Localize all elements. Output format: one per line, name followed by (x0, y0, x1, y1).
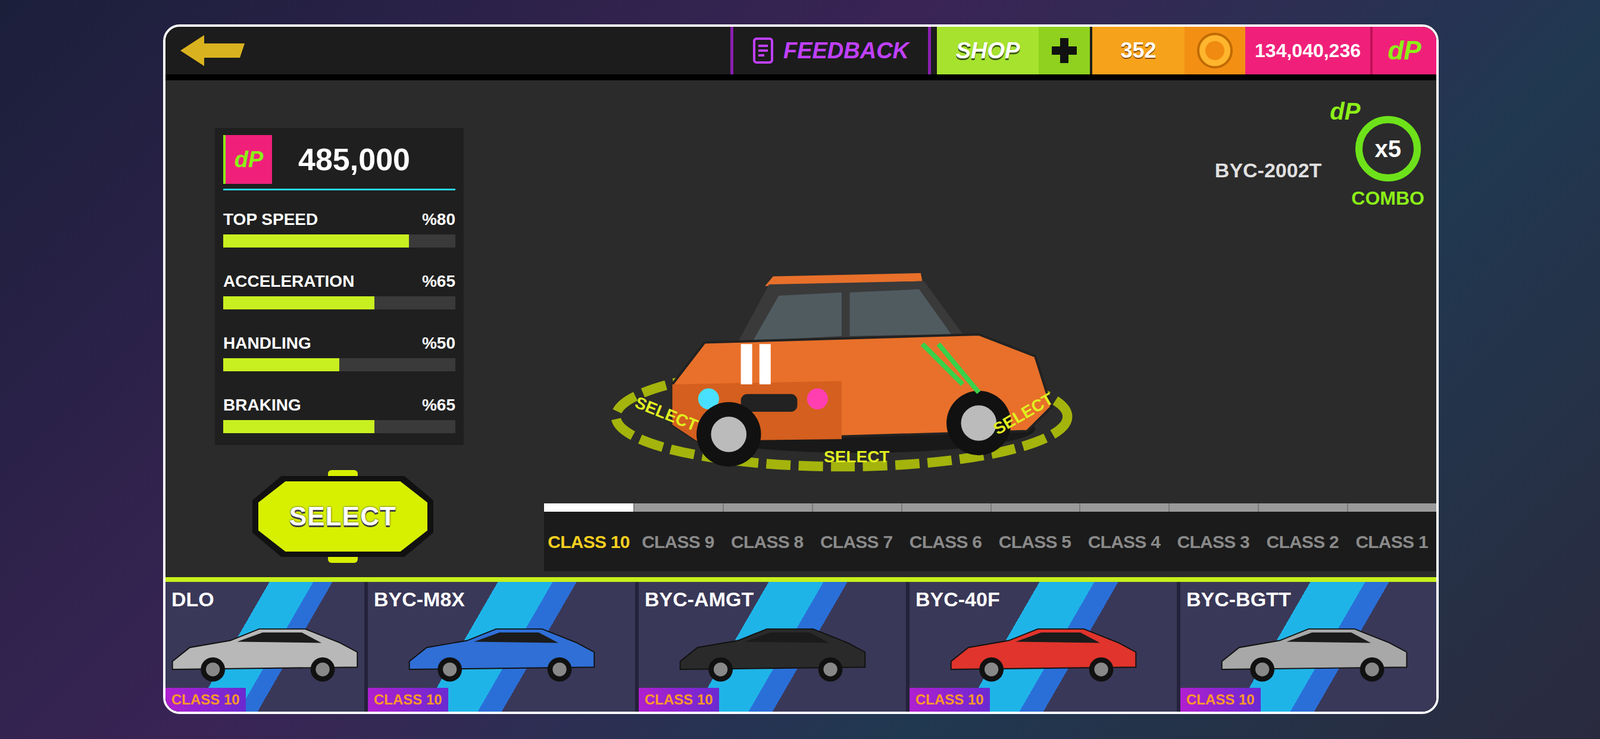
back-arrow-icon[interactable] (180, 33, 246, 68)
class-tab[interactable]: CLASS 4 (1079, 503, 1169, 572)
stat-row: HANDLING %50 (223, 330, 456, 372)
stat-label: HANDLING (223, 330, 312, 356)
stat-reading: %65 (422, 392, 456, 418)
coin-badge (1184, 26, 1246, 75)
class-tab-indicator (1257, 503, 1348, 512)
class-tab-indicator (1168, 503, 1258, 512)
feedback-button[interactable]: FEEDBACK (730, 26, 931, 75)
car-card[interactable]: BYC-40F CLASS 10 (909, 582, 1177, 712)
document-icon (752, 36, 777, 65)
stat-bar (223, 420, 456, 434)
price-underline (223, 188, 456, 191)
class-tab[interactable]: CLASS 2 (1257, 503, 1348, 572)
stat-reading: %50 (422, 330, 456, 356)
car-card[interactable]: BYC-M8X CLASS 10 (367, 582, 636, 712)
car-card-class: CLASS 10 (638, 688, 720, 712)
stat-bar-fill (223, 358, 340, 372)
car-card-name: BYC-BGTT (1180, 582, 1439, 615)
screen: FEEDBACKSHOP352134,040,236dPdP485,000TOP… (0, 0, 1600, 739)
coin-icon (1196, 32, 1234, 70)
combo-ring: x5 (1355, 116, 1421, 182)
back-button[interactable] (165, 26, 261, 75)
stat-label: BRAKING (223, 392, 302, 418)
car-model-icon[interactable] (597, 223, 1086, 474)
class-tab-indicator (901, 503, 991, 512)
class-tab[interactable]: CLASS 5 (990, 503, 1080, 572)
stat-row: TOP SPEED %80 (223, 207, 456, 248)
car-card-class: CLASS 10 (367, 688, 449, 712)
add-currency-button[interactable] (1038, 26, 1090, 75)
class-tab[interactable]: CLASS 3 (1168, 503, 1258, 572)
ring-label: SELECT (823, 444, 890, 470)
car-cards-strip: DLO CLASS 10 BYC-M8X CLASS 10 BYC-AMGT CLASS … (165, 577, 1437, 712)
stats-list: TOP SPEED %80 ACCELERATION %65 HANDLING %50 BR… (219, 207, 459, 434)
car-card-name: BYC-AMGT (638, 582, 906, 615)
car-card-name: BYC-M8X (367, 582, 636, 615)
stat-reading: %65 (422, 269, 456, 295)
stat-bar (223, 234, 456, 248)
car-card-class: CLASS 10 (165, 688, 246, 712)
price-row: dP 485,000 (219, 132, 459, 187)
car-card-name: BYC-40F (909, 582, 1177, 615)
garage-panel: FEEDBACKSHOP352134,040,236dPdP485,000TOP… (163, 24, 1439, 715)
select-button-top-tab (327, 470, 358, 477)
class-tab[interactable]: CLASS 1 (1347, 503, 1437, 572)
car-header: BYC-2002TdPx5COMBO (544, 80, 1437, 206)
car-card[interactable]: BYC-AMGT CLASS 10 (638, 582, 906, 712)
select-button-bottom-tab (327, 557, 358, 564)
stat-bar-fill (223, 420, 375, 434)
class-tab-indicator (990, 503, 1080, 512)
car-name: BYC-2002T (1214, 155, 1323, 186)
class-tab-indicator (811, 503, 902, 512)
car-card-class: CLASS 10 (909, 688, 990, 712)
combo-label: COMBO (1351, 183, 1425, 213)
class-tab-indicator (544, 503, 634, 512)
stat-bar-fill (223, 234, 409, 248)
class-tab[interactable]: CLASS 10 (544, 503, 634, 572)
gems-counter: 352 (1092, 26, 1185, 75)
select-button[interactable]: SELECT (252, 476, 434, 558)
class-tabs: CLASS 10CLASS 9CLASS 8CLASS 7CLASS 6CLAS… (544, 503, 1437, 572)
car-card-name: DLO (165, 582, 365, 615)
stat-row: BRAKING %65 (223, 392, 456, 434)
combo-dp-logo: dP (1329, 93, 1361, 130)
car-price: 485,000 (298, 136, 411, 183)
class-tab-indicator (1079, 503, 1169, 512)
class-tab-indicator (722, 503, 812, 512)
car-stage: SELECTSELECTSELECT (544, 205, 1437, 504)
class-tab[interactable]: CLASS 8 (722, 503, 812, 572)
right-column: BYC-2002TdPx5COMBOSELECTSELECTSELECTCLAS… (544, 80, 1437, 578)
car-thumbnail-icon (674, 619, 871, 685)
car-card[interactable]: DLO CLASS 10 (165, 582, 365, 712)
stat-bar-fill (223, 296, 375, 310)
coins-counter: 134,040,236 (1245, 26, 1371, 75)
class-tab[interactable]: CLASS 9 (633, 503, 723, 572)
stat-label: ACCELERATION (223, 269, 355, 295)
stat-row: ACCELERATION %65 (223, 269, 456, 310)
dp-logo: dP (1370, 26, 1437, 75)
class-tab[interactable]: CLASS 7 (811, 503, 902, 572)
left-column: dP 485,000 TOP SPEED %80 ACCELERATION %65 HAND… (165, 80, 545, 578)
stat-bar (223, 296, 456, 310)
car-thumbnail-icon (1216, 619, 1413, 685)
car-card-class: CLASS 10 (1180, 688, 1261, 712)
main-area: dP 485,000 TOP SPEED %80 ACCELERATION %65 HAND… (165, 80, 1437, 578)
combo-badge: dPx5COMBO (1351, 100, 1425, 213)
class-tab-indicator (633, 503, 723, 512)
shop-button[interactable]: SHOP (936, 26, 1039, 75)
plus-icon[interactable] (1049, 35, 1080, 66)
stat-label: TOP SPEED (223, 207, 318, 233)
class-tab-indicator (1347, 503, 1437, 512)
top-bar: FEEDBACKSHOP 352 134,040,236dP (165, 26, 1437, 81)
stat-reading: %80 (422, 207, 456, 233)
stat-bar (223, 358, 456, 372)
stats-panel: dP 485,000 TOP SPEED %80 ACCELERATION %65 HAND… (214, 127, 464, 446)
car-thumbnail-icon (166, 619, 364, 685)
car-thumbnail-icon (945, 619, 1142, 685)
dp-currency-icon: dP (223, 135, 273, 184)
car-thumbnail-icon (403, 619, 600, 685)
car-card[interactable]: BYC-BGTT CLASS 10 (1180, 582, 1439, 712)
class-tab[interactable]: CLASS 6 (901, 503, 991, 572)
